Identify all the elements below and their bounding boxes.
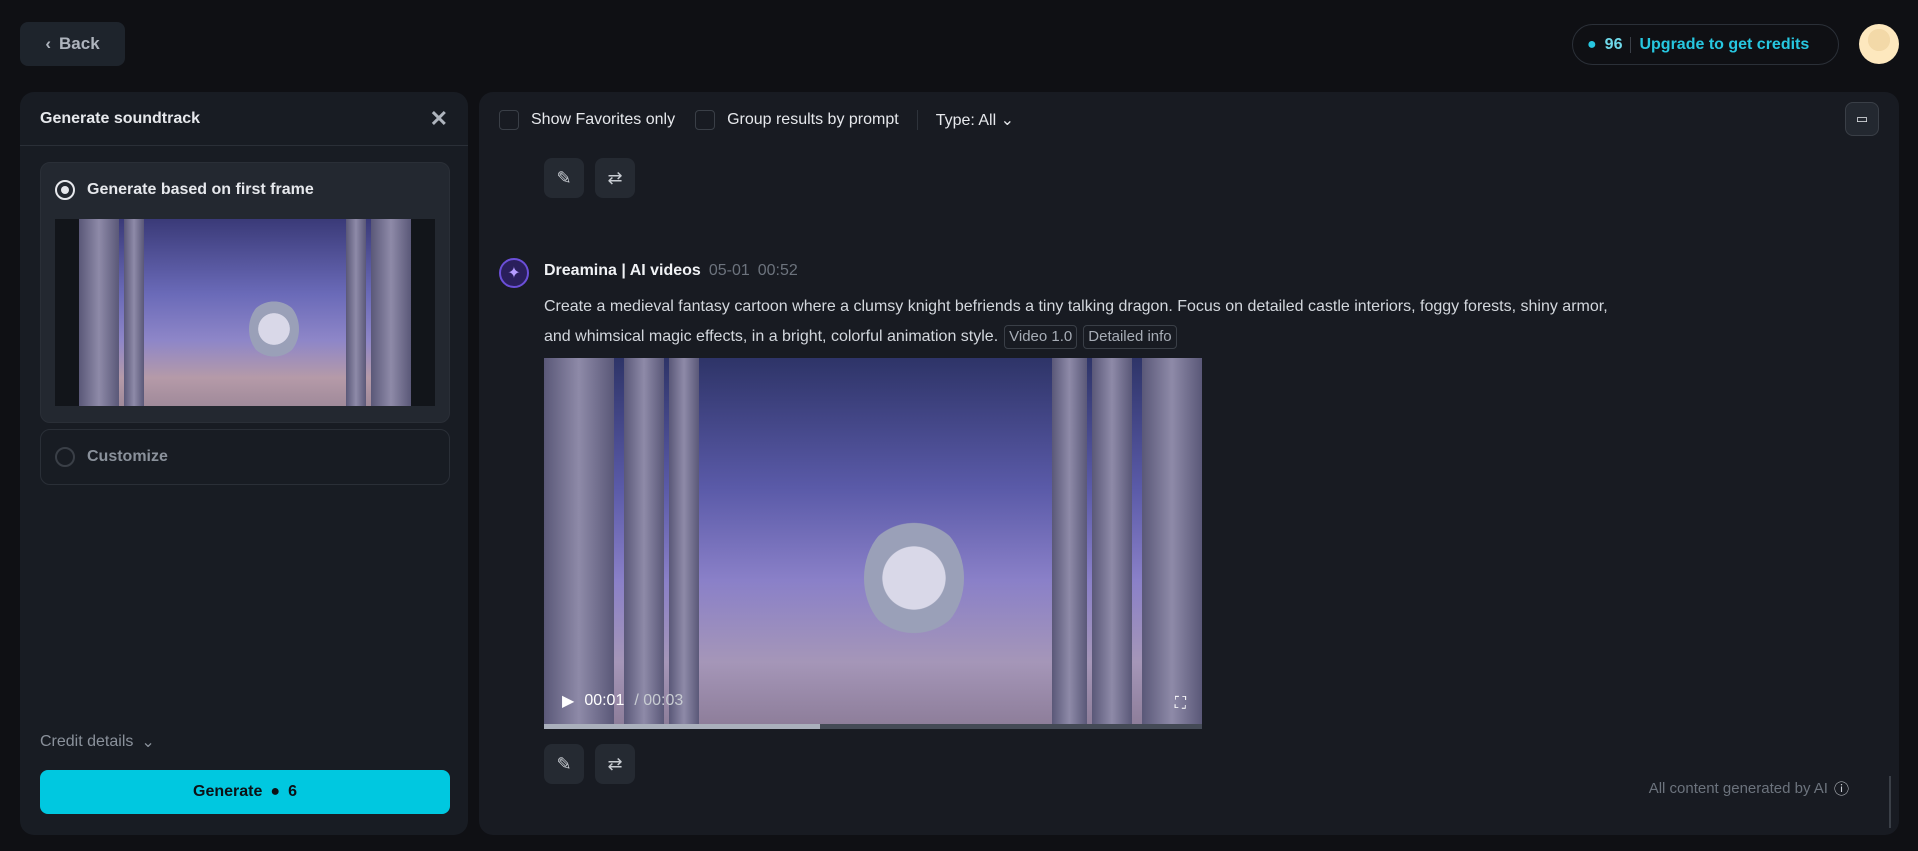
video-player[interactable]: ▶ 00:01 / 00:03 ⛶: [544, 358, 1202, 729]
duration: / 00:03: [634, 692, 684, 709]
results-panel: Show Favorites only Group results by pro…: [479, 92, 1899, 835]
upgrade-link[interactable]: Upgrade to get credits: [1639, 36, 1809, 54]
credit-icon: ●: [270, 783, 281, 800]
favorites-label: Show Favorites only: [531, 111, 676, 128]
favorites-checkbox[interactable]: [499, 110, 519, 130]
toolbar: Show Favorites only Group results by pro…: [499, 108, 1014, 132]
group-label: Group results by prompt: [727, 111, 899, 128]
model-tag[interactable]: Video 1.0: [1004, 325, 1078, 349]
first-frame-thumbnail: [55, 219, 435, 406]
time: 00:52: [757, 262, 798, 279]
repeat-icon: ⇄: [607, 753, 623, 774]
generate-label: Generate: [193, 783, 263, 800]
repeat-icon: ⇄: [607, 167, 623, 188]
edit-button[interactable]: ✎: [544, 744, 584, 784]
radio-unselected[interactable]: [55, 447, 75, 467]
regenerate-button[interactable]: ⇄: [595, 158, 635, 198]
current-time: 00:01: [584, 692, 625, 709]
fullscreen-icon[interactable]: ⛶: [1175, 695, 1186, 713]
option-label: Customize: [87, 448, 168, 465]
video-progress-bar[interactable]: [544, 724, 1202, 729]
generate-cost: 6: [288, 783, 297, 800]
avatar[interactable]: [1859, 24, 1899, 64]
panel-title: Generate soundtrack: [40, 109, 201, 127]
edit-button[interactable]: ✎: [544, 158, 584, 198]
divider: [916, 110, 918, 130]
pencil-icon: ✎: [556, 753, 572, 774]
info-icon[interactable]: ⓘ: [1834, 778, 1849, 799]
option-label: Generate based on first frame: [87, 181, 314, 198]
type-filter-dropdown[interactable]: Type: All ⌄: [936, 110, 1014, 130]
chevron-left-icon: ‹: [45, 34, 52, 53]
chevron-down-icon: ⌄: [1000, 112, 1015, 129]
folder-button[interactable]: ▭: [1845, 102, 1879, 136]
soundtrack-panel: Generate soundtrack ✕ Generate based on f…: [20, 92, 468, 835]
credit-icon: ●: [1587, 35, 1597, 53]
pencil-icon: ✎: [556, 167, 572, 188]
credit-details-toggle[interactable]: Credit details ⌄: [40, 732, 155, 752]
date: 05-01: [708, 262, 750, 279]
play-icon[interactable]: ▶: [562, 691, 574, 711]
credits-pill[interactable]: ● 96 Upgrade to get credits: [1572, 24, 1839, 65]
radio-selected[interactable]: [55, 180, 75, 200]
credit-details-label: Credit details: [40, 733, 134, 750]
divider: [1630, 36, 1632, 53]
group-checkbox[interactable]: [695, 110, 716, 130]
chevron-down-icon: ⌄: [141, 734, 155, 751]
back-button[interactable]: ‹ Back: [20, 22, 125, 66]
option-customize[interactable]: Customize: [40, 429, 450, 485]
detailed-info-tag[interactable]: Detailed info: [1083, 325, 1177, 349]
credit-count: 96: [1604, 35, 1623, 53]
option-first-frame[interactable]: Generate based on first frame: [40, 162, 450, 423]
close-icon[interactable]: ✕: [430, 106, 448, 132]
ai-notice: All content generated by AI: [1648, 780, 1828, 797]
generate-button[interactable]: Generate ● 6: [40, 770, 450, 814]
regenerate-button[interactable]: ⇄: [595, 744, 635, 784]
author: Dreamina | AI videos: [544, 262, 701, 279]
scrollbar[interactable]: [1889, 776, 1891, 828]
dreamina-logo-icon: ✦: [499, 258, 529, 288]
folder-icon: ▭: [1855, 111, 1869, 126]
